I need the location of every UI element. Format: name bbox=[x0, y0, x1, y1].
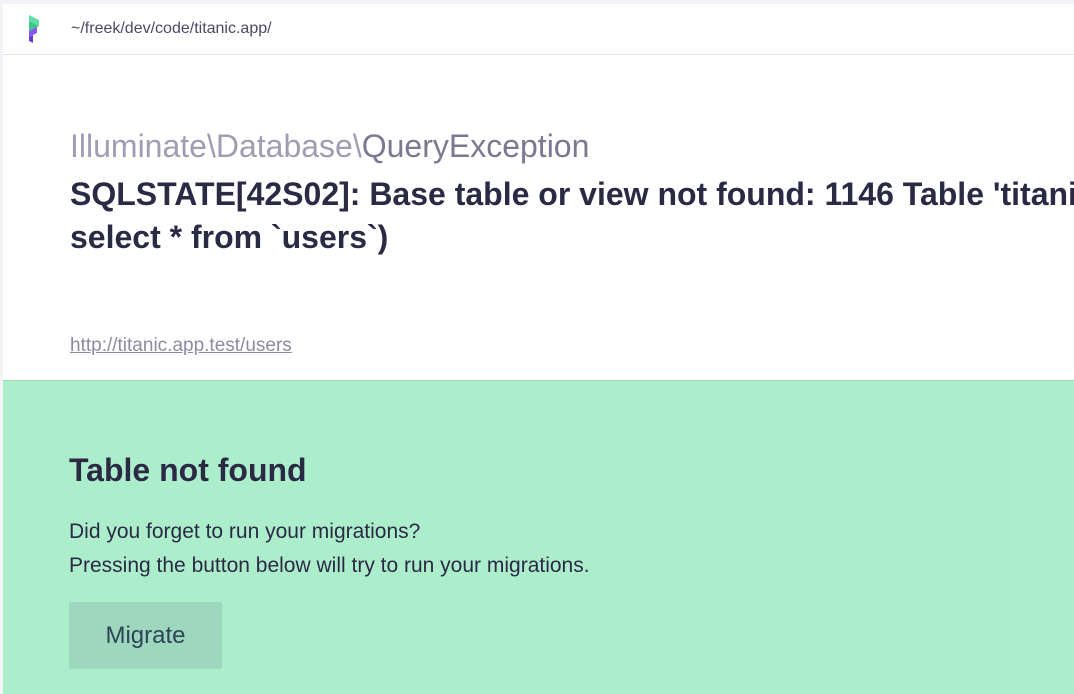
error-page: ~/freek/dev/code/titanic.app/ Illuminate… bbox=[3, 4, 1074, 694]
exception-namespace: Illuminate\Database\ bbox=[70, 128, 362, 164]
solution-panel: Table not found Did you forget to run yo… bbox=[3, 380, 1074, 694]
migrate-button[interactable]: Migrate bbox=[69, 602, 222, 669]
exception-message: SQLSTATE[42S02]: Base table or view not … bbox=[70, 173, 1074, 259]
solution-description-line-2: Pressing the button below will try to ru… bbox=[69, 554, 590, 577]
solution-description: Did you forget to run your migrations? P… bbox=[69, 515, 590, 583]
exception-header: Illuminate\Database\QueryException SQLST… bbox=[3, 55, 1074, 380]
exception-message-line-2: select * from `users`) bbox=[70, 219, 389, 255]
exception-message-line-1: SQLSTATE[42S02]: Base table or view not … bbox=[70, 176, 1074, 212]
project-path: ~/freek/dev/code/titanic.app/ bbox=[71, 20, 272, 37]
solution-description-line-1: Did you forget to run your migrations? bbox=[69, 520, 421, 543]
ignition-logo-icon[interactable] bbox=[27, 15, 45, 43]
top-bar: ~/freek/dev/code/titanic.app/ bbox=[3, 4, 1074, 55]
exception-class-name: QueryException bbox=[361, 128, 590, 164]
solution-title: Table not found bbox=[69, 452, 307, 488]
request-url-link[interactable]: http://titanic.app.test/users bbox=[70, 335, 292, 357]
exception-class: Illuminate\Database\QueryException bbox=[70, 128, 589, 165]
